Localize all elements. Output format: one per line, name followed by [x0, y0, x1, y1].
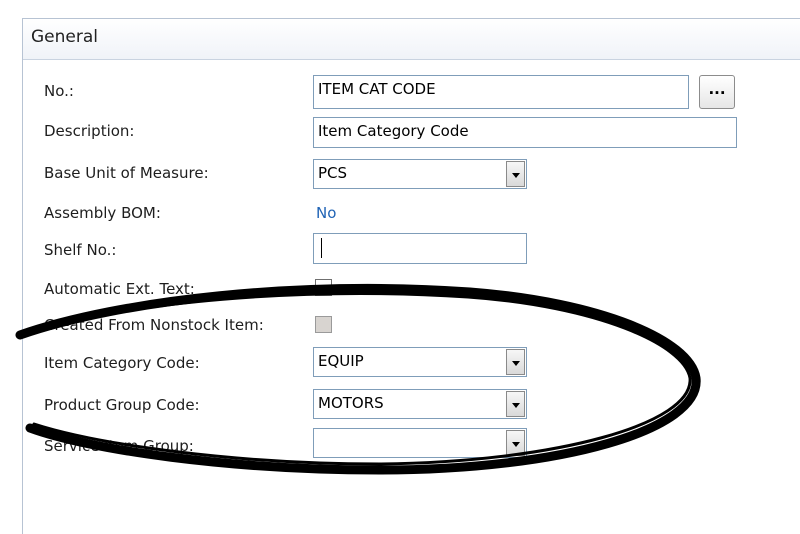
service-item-group-label: Service Item Group:	[44, 437, 194, 455]
base-unit-label: Base Unit of Measure:	[44, 164, 209, 182]
text-caret	[321, 238, 322, 258]
dropdown-arrow-icon[interactable]	[506, 430, 525, 456]
item-category-code-combobox[interactable]: EQUIP	[313, 347, 527, 377]
no-field[interactable]: ITEM CAT CODE	[313, 75, 689, 109]
section-title: General	[31, 27, 98, 47]
assembly-bom-value[interactable]: No	[316, 204, 336, 222]
general-fasttab: General No.: ITEM CAT CODE ... Descripti…	[22, 18, 800, 534]
base-unit-value: PCS	[318, 164, 348, 182]
item-category-code-label: Item Category Code:	[44, 354, 200, 372]
shelf-no-label: Shelf No.:	[44, 241, 117, 259]
product-group-code-combobox[interactable]: MOTORS	[313, 389, 527, 419]
dropdown-arrow-icon[interactable]	[506, 391, 525, 417]
description-field[interactable]: Item Category Code	[313, 117, 737, 148]
description-label: Description:	[44, 122, 135, 140]
assembly-bom-label: Assembly BOM:	[44, 204, 161, 222]
no-label: No.:	[44, 82, 74, 100]
product-group-code-label: Product Group Code:	[44, 396, 200, 414]
dropdown-arrow-icon[interactable]	[506, 349, 525, 375]
service-item-group-combobox[interactable]	[313, 428, 527, 458]
automatic-ext-text-label: Automatic Ext. Text:	[44, 280, 195, 298]
dropdown-arrow-icon[interactable]	[506, 161, 525, 187]
no-lookup-button[interactable]: ...	[699, 75, 735, 109]
item-category-code-value: EQUIP	[318, 352, 364, 370]
automatic-ext-text-checkbox[interactable]	[315, 279, 332, 296]
product-group-code-value: MOTORS	[318, 394, 384, 412]
created-from-nonstock-label: Created From Nonstock Item:	[44, 316, 264, 334]
created-from-nonstock-checkbox	[315, 316, 332, 333]
base-unit-combobox[interactable]: PCS	[313, 159, 527, 189]
shelf-no-field[interactable]	[313, 233, 527, 264]
section-header[interactable]: General	[23, 19, 800, 60]
